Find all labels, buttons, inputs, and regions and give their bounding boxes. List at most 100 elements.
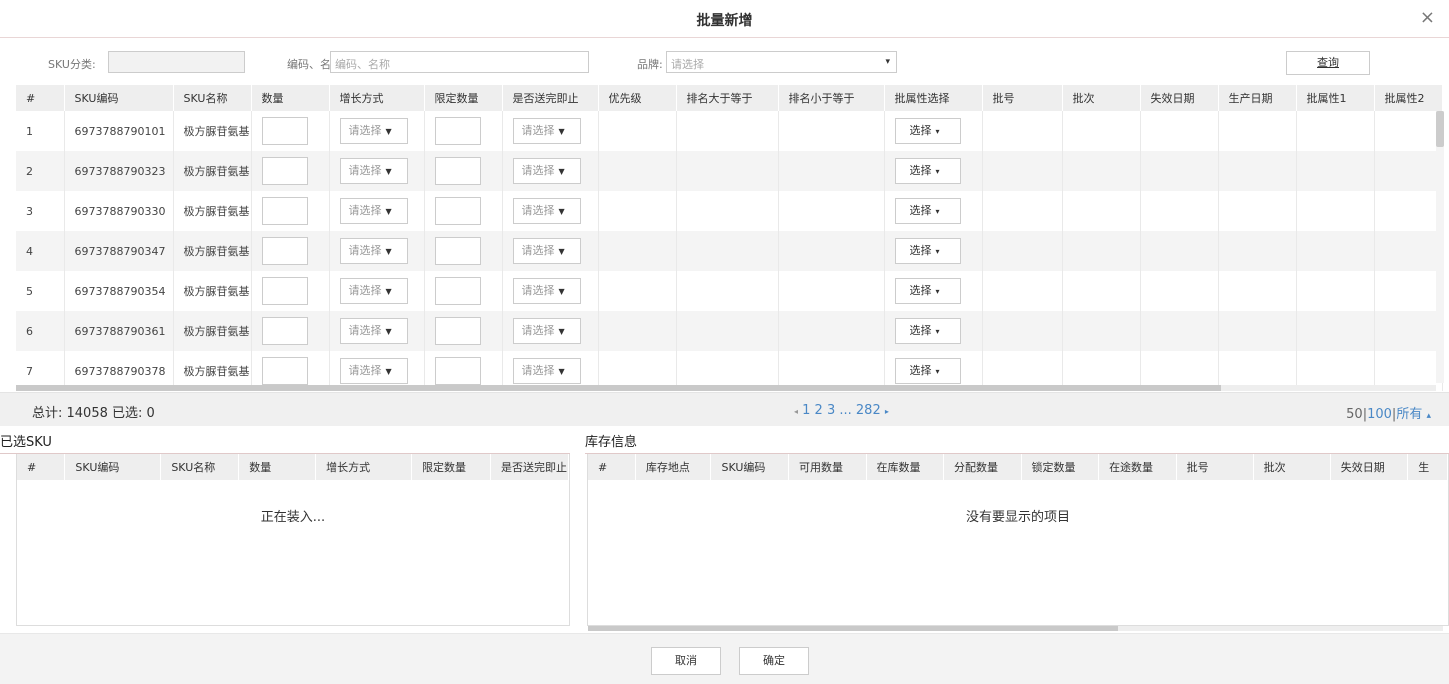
stop-when-done-select[interactable]: 请选择 ▼: [512, 158, 581, 184]
column-header[interactable]: 限定数量: [411, 454, 491, 480]
growth-mode-select[interactable]: 请选择 ▼: [339, 198, 408, 224]
quantity-input[interactable]: [261, 117, 308, 145]
table-row[interactable]: 3 6973788790330 极方脲苷氨基 请选择 ▼ 请选择 ▼ 选择 ▾: [16, 191, 1443, 231]
growth-mode-select[interactable]: 请选择 ▼: [339, 158, 408, 184]
stop-when-done-select[interactable]: 请选择 ▼: [512, 318, 581, 344]
limit-quantity-input[interactable]: [434, 237, 481, 265]
column-header[interactable]: #: [17, 454, 66, 480]
limit-quantity-input[interactable]: [434, 317, 481, 345]
sku-table-header-row: # SKU编码 SKU名称 数量 增长方式 限定数量 是否送完即止 优先级 排名大于等于 排名小于…: [16, 85, 1443, 111]
table-row[interactable]: 4 6973788790347 极方脲苷氨基 请选择 ▼ 请选择 ▼ 选择 ▾: [16, 231, 1443, 271]
stop-when-done-select[interactable]: 请选择 ▼: [512, 198, 581, 224]
column-header[interactable]: SKU名称: [173, 85, 252, 111]
growth-mode-select[interactable]: 请选择 ▼: [339, 318, 408, 344]
code-name-input[interactable]: 编码、名称: [330, 51, 589, 73]
batch-attr-select[interactable]: 选择 ▾: [894, 238, 961, 264]
column-header[interactable]: 增长方式: [315, 454, 413, 480]
brand-select[interactable]: 请选择 ▾: [666, 51, 897, 73]
limit-quantity-input[interactable]: [434, 157, 481, 185]
batch-attr-select[interactable]: 选择 ▾: [894, 358, 961, 384]
column-header[interactable]: 是否送完即止: [490, 454, 570, 480]
stop-when-done-select[interactable]: 请选择 ▼: [512, 238, 581, 264]
limit-quantity-input[interactable]: [434, 277, 481, 305]
stop-when-done-select[interactable]: 请选择 ▼: [512, 278, 581, 304]
batch-attr-select[interactable]: 选择 ▾: [894, 198, 961, 224]
quantity-input[interactable]: [261, 317, 308, 345]
column-header[interactable]: SKU名称: [160, 454, 240, 480]
table-row[interactable]: 6 6973788790361 极方脲苷氨基 请选择 ▼ 请选择 ▼ 选择 ▾: [16, 311, 1443, 351]
column-header[interactable]: 生: [1407, 454, 1448, 480]
column-header[interactable]: 数量: [238, 454, 317, 480]
table-row[interactable]: 5 6973788790354 极方脲苷氨基 请选择 ▼ 请选择 ▼ 选择 ▾: [16, 271, 1443, 311]
page-size-50[interactable]: 50: [1346, 407, 1363, 422]
batch-attr-select[interactable]: 选择 ▾: [894, 318, 961, 344]
column-header[interactable]: SKU编码: [64, 454, 162, 480]
column-header[interactable]: 批属性2: [1374, 85, 1443, 111]
column-header[interactable]: SKU编码: [64, 85, 174, 111]
column-header[interactable]: 限定数量: [424, 85, 503, 111]
prev-page-icon[interactable]: ◂: [794, 407, 798, 416]
stop-when-done-select[interactable]: 请选择 ▼: [512, 118, 581, 144]
sku-table-horizontal-scrollbar[interactable]: [16, 385, 1436, 391]
page-size-all[interactable]: 所有: [1396, 407, 1422, 422]
column-header[interactable]: 在库数量: [866, 454, 945, 480]
column-header[interactable]: #: [16, 85, 65, 111]
quantity-input[interactable]: [261, 197, 308, 225]
column-header[interactable]: #: [588, 454, 636, 480]
column-header[interactable]: 生产日期: [1218, 85, 1297, 111]
growth-mode-select[interactable]: 请选择 ▼: [339, 118, 408, 144]
table-row[interactable]: 1 6973788790101 极方脲苷氨基 请选择 ▼ 请选择 ▼ 选择 ▾: [16, 111, 1443, 151]
stop-when-done-select[interactable]: 请选择 ▼: [512, 358, 581, 384]
quantity-input[interactable]: [261, 357, 308, 385]
close-icon[interactable]: ×: [1420, 7, 1435, 28]
inventory-horizontal-scrollbar[interactable]: [588, 626, 1443, 631]
column-header[interactable]: 批次: [1253, 454, 1331, 480]
column-header[interactable]: 分配数量: [943, 454, 1022, 480]
sku-table-vertical-scrollbar[interactable]: [1436, 111, 1444, 383]
column-header[interactable]: 批属性选择: [884, 85, 983, 111]
column-header[interactable]: 是否送完即止: [502, 85, 599, 111]
column-header[interactable]: 锁定数量: [1021, 454, 1100, 480]
column-header[interactable]: 优先级: [598, 85, 677, 111]
column-header[interactable]: 批属性1: [1296, 85, 1375, 111]
growth-mode-select[interactable]: 请选择 ▼: [339, 238, 408, 264]
next-page-icon[interactable]: ▸: [885, 407, 889, 416]
column-header[interactable]: 批次: [1062, 85, 1141, 111]
column-header[interactable]: 库存地点: [635, 454, 712, 480]
batch-attr-select[interactable]: 选择 ▾: [894, 278, 961, 304]
column-header[interactable]: 排名大于等于: [676, 85, 779, 111]
column-header[interactable]: 批号: [1176, 454, 1254, 480]
limit-quantity-input[interactable]: [434, 197, 481, 225]
batch-attr-select[interactable]: 选择 ▾: [894, 158, 961, 184]
growth-mode-select[interactable]: 请选择 ▼: [339, 278, 408, 304]
quantity-input[interactable]: [261, 157, 308, 185]
column-header[interactable]: 数量: [251, 85, 330, 111]
column-header[interactable]: 在途数量: [1098, 454, 1177, 480]
query-button[interactable]: 查询: [1286, 51, 1370, 75]
confirm-button[interactable]: 确定: [739, 647, 809, 675]
page-size-100[interactable]: 100: [1367, 407, 1392, 422]
limit-quantity-input[interactable]: [434, 357, 481, 385]
column-header[interactable]: SKU编码: [710, 454, 789, 480]
scroll-thumb[interactable]: [16, 385, 1221, 391]
column-header[interactable]: 失效日期: [1140, 85, 1219, 111]
column-header[interactable]: 失效日期: [1330, 454, 1409, 480]
quantity-input[interactable]: [261, 237, 308, 265]
cancel-button[interactable]: 取消: [651, 647, 721, 675]
scroll-thumb[interactable]: [1436, 111, 1444, 147]
page-links[interactable]: 1 2 3 ... 282: [802, 403, 881, 418]
column-header[interactable]: 排名小于等于: [778, 85, 885, 111]
select-label: 请选择: [348, 364, 382, 377]
scroll-thumb[interactable]: [588, 626, 1118, 631]
batch-attr-select[interactable]: 选择 ▾: [894, 118, 961, 144]
table-row[interactable]: 2 6973788790323 极方脲苷氨基 请选择 ▼ 请选择 ▼ 选择 ▾: [16, 151, 1443, 191]
sku-category-input[interactable]: [108, 51, 245, 73]
column-header[interactable]: 批号: [982, 85, 1063, 111]
column-header[interactable]: 增长方式: [329, 85, 425, 111]
growth-mode-select[interactable]: 请选择 ▼: [339, 358, 408, 384]
limit-quantity-input[interactable]: [434, 117, 481, 145]
column-header[interactable]: 可用数量: [788, 454, 867, 480]
quantity-input[interactable]: [261, 277, 308, 305]
sku-code-cell: 6973788790330: [64, 191, 174, 231]
chevron-up-icon[interactable]: ▴: [1426, 411, 1431, 421]
